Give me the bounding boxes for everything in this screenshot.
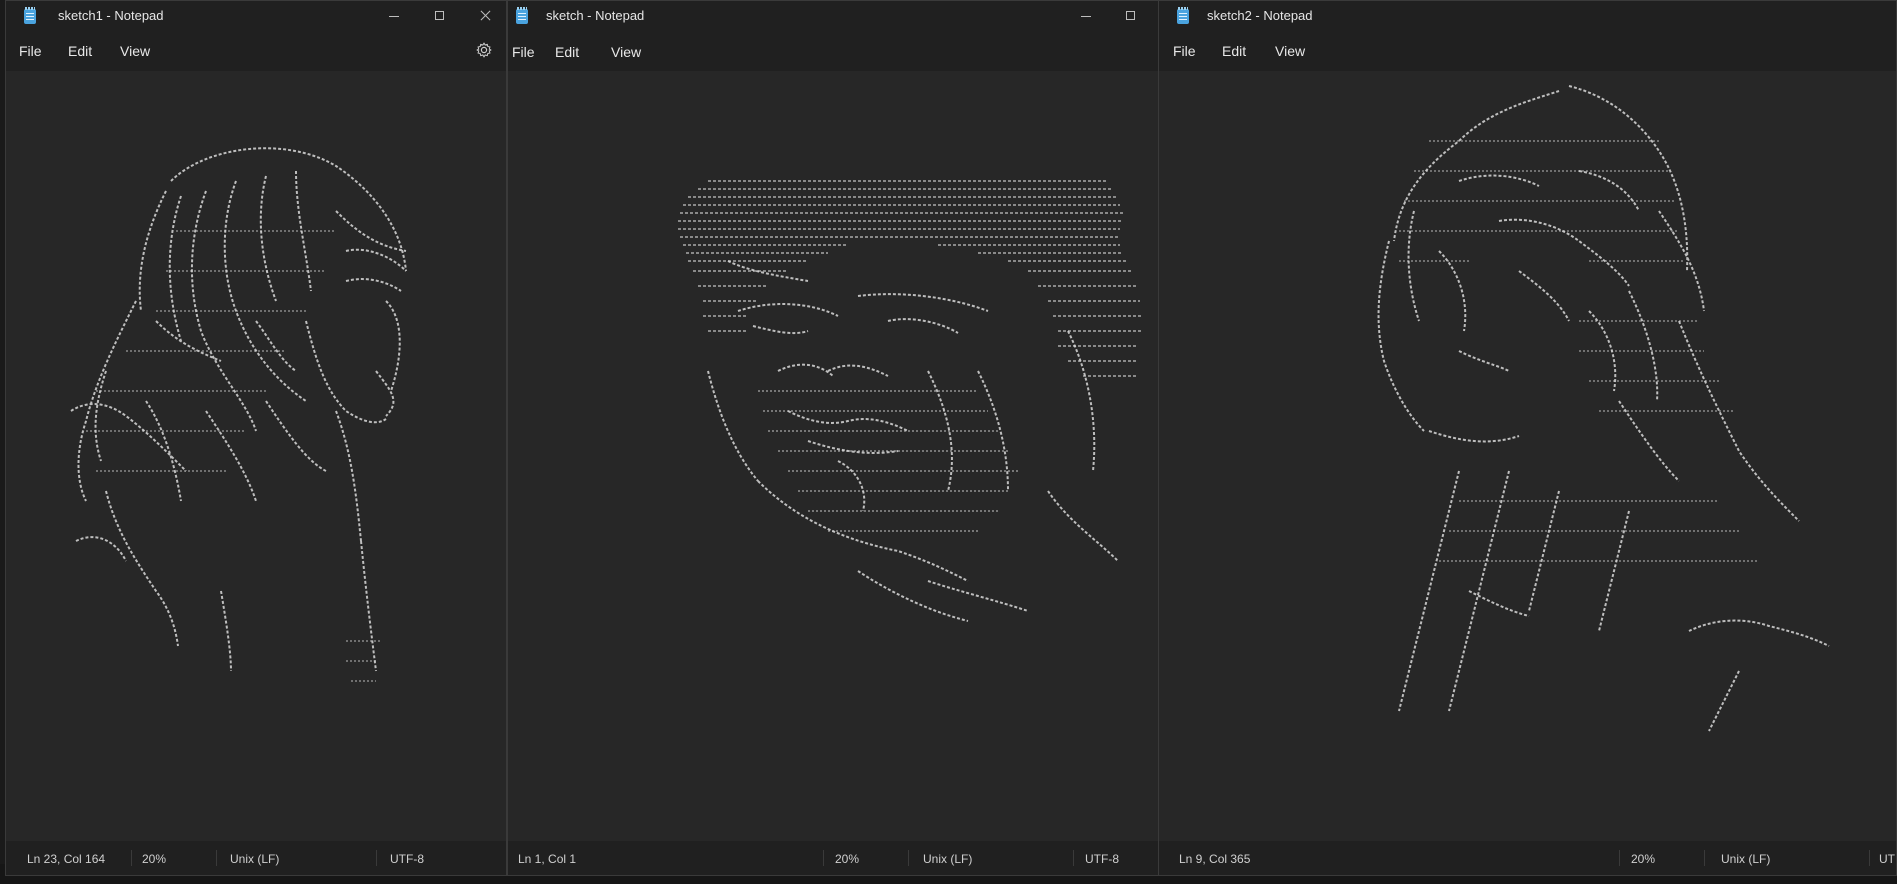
zoom-level[interactable]: 20% bbox=[1631, 852, 1655, 866]
cursor-position: Ln 9, Col 365 bbox=[1179, 852, 1251, 866]
window-title: sketch - Notepad bbox=[546, 8, 645, 23]
status-bar: Ln 9, Col 365 20% Unix (LF) UT bbox=[1159, 841, 1896, 875]
status-bar: Ln 1, Col 1 20% Unix (LF) UTF-8 bbox=[508, 841, 1158, 875]
menu-view[interactable]: View bbox=[1275, 43, 1305, 59]
menu-edit[interactable]: Edit bbox=[1222, 43, 1246, 59]
window-title: sketch2 - Notepad bbox=[1207, 8, 1313, 23]
cursor-position: Ln 1, Col 1 bbox=[518, 852, 577, 866]
menu-file[interactable]: File bbox=[19, 43, 42, 59]
encoding[interactable]: UT bbox=[1879, 852, 1895, 866]
status-separator bbox=[216, 850, 217, 866]
menu-bar: File Edit View bbox=[508, 31, 1158, 71]
menu-view[interactable]: View bbox=[120, 43, 150, 59]
notepad-icon bbox=[1177, 7, 1189, 24]
status-separator bbox=[131, 850, 132, 866]
line-ending[interactable]: Unix (LF) bbox=[923, 852, 972, 866]
line-ending[interactable]: Unix (LF) bbox=[1721, 852, 1770, 866]
zoom-level[interactable]: 20% bbox=[142, 852, 166, 866]
menu-file[interactable]: File bbox=[1173, 43, 1196, 59]
menu-bar: File Edit View bbox=[1159, 31, 1896, 71]
gear-icon[interactable] bbox=[476, 42, 492, 58]
menu-view[interactable]: View bbox=[611, 44, 641, 60]
status-separator bbox=[1619, 850, 1620, 866]
desktop: sketch1 - Notepad File Edit View Ln 23, … bbox=[0, 0, 1897, 884]
text-area[interactable] bbox=[1159, 71, 1896, 875]
menu-edit[interactable]: Edit bbox=[555, 44, 579, 60]
menu-edit[interactable]: Edit bbox=[68, 43, 92, 59]
close-icon[interactable] bbox=[462, 1, 506, 31]
menu-bar: File Edit View bbox=[6, 31, 506, 71]
encoding[interactable]: UTF-8 bbox=[390, 852, 424, 866]
window-title: sketch1 - Notepad bbox=[58, 8, 164, 23]
menu-file[interactable]: File bbox=[512, 44, 535, 60]
status-separator bbox=[1704, 850, 1705, 866]
notepad-window-sketch2[interactable]: sketch2 - Notepad File Edit View Ln 9, C… bbox=[1158, 0, 1897, 876]
minimize-icon[interactable] bbox=[371, 1, 417, 31]
ascii-art-portrait bbox=[1377, 85, 1830, 732]
title-bar[interactable]: sketch - Notepad bbox=[508, 1, 1158, 31]
zoom-level[interactable]: 20% bbox=[835, 852, 859, 866]
line-ending[interactable]: Unix (LF) bbox=[230, 852, 279, 866]
text-area[interactable] bbox=[508, 71, 1158, 875]
notepad-icon bbox=[24, 7, 36, 24]
title-bar[interactable]: sketch1 - Notepad bbox=[6, 1, 506, 31]
ascii-art-portrait bbox=[70, 147, 407, 682]
status-bar: Ln 23, Col 164 20% Unix (LF) UTF-8 bbox=[6, 841, 506, 875]
minimize-icon[interactable] bbox=[1063, 1, 1109, 31]
status-separator bbox=[908, 850, 909, 866]
encoding[interactable]: UTF-8 bbox=[1085, 852, 1119, 866]
status-separator bbox=[1869, 850, 1870, 866]
notepad-window-sketch1[interactable]: sketch1 - Notepad File Edit View Ln 23, … bbox=[5, 0, 507, 876]
status-separator bbox=[376, 850, 377, 866]
status-separator bbox=[1073, 850, 1074, 866]
title-bar[interactable]: sketch2 - Notepad bbox=[1159, 1, 1896, 31]
notepad-icon bbox=[516, 7, 528, 24]
maximize-icon[interactable] bbox=[417, 1, 463, 31]
ascii-art-portrait bbox=[678, 180, 1141, 622]
text-area[interactable] bbox=[6, 71, 506, 875]
maximize-icon[interactable] bbox=[1108, 1, 1154, 31]
status-separator bbox=[823, 850, 824, 866]
notepad-window-sketch[interactable]: sketch - Notepad File Edit View Ln 1, Co… bbox=[507, 0, 1159, 876]
cursor-position: Ln 23, Col 164 bbox=[27, 852, 106, 866]
